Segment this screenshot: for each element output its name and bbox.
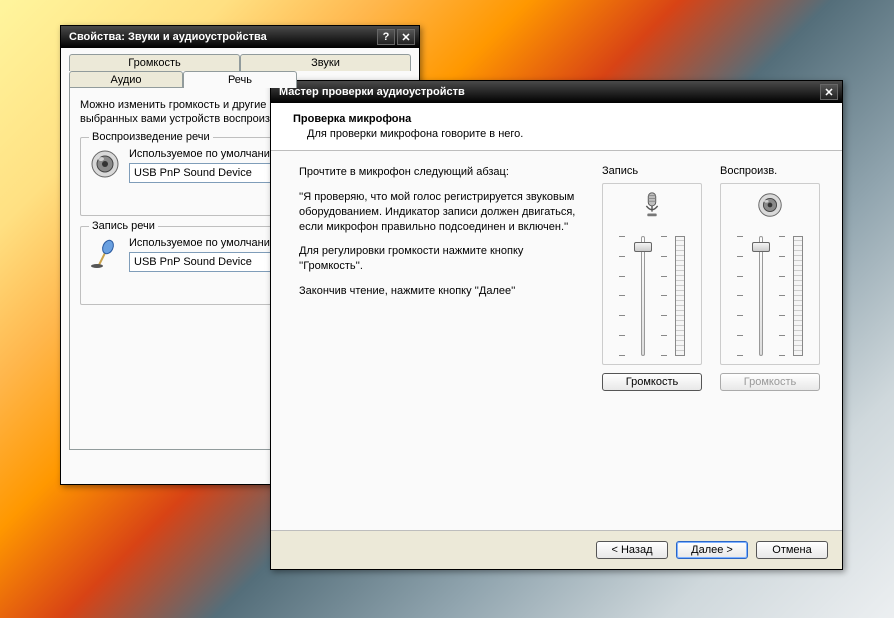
cancel-button[interactable]: Отмена: [756, 541, 828, 559]
record-volume-slider[interactable]: [633, 236, 653, 356]
back-button[interactable]: < Назад: [596, 541, 668, 559]
slider-ticks: [619, 236, 625, 356]
playback-legend: Воспроизведение речи: [89, 131, 213, 143]
window-title: Мастер проверки аудиоустройств: [279, 86, 818, 98]
tab-volume[interactable]: Громкость: [69, 54, 240, 71]
microphone-stand-icon: [89, 237, 121, 269]
titlebar[interactable]: Мастер проверки аудиоустройств ✕: [271, 81, 842, 103]
wizard-instructions: Прочтите в микрофон следующий абзац: ''Я…: [299, 165, 584, 520]
record-meter-label: Запись: [602, 165, 702, 177]
slider-ticks: [661, 236, 667, 356]
instr-line1: Прочтите в микрофон следующий абзац:: [299, 165, 584, 180]
help-button[interactable]: ?: [377, 29, 395, 45]
slider-ticks: [737, 236, 743, 356]
close-button[interactable]: ✕: [397, 29, 415, 45]
wizard-heading: Проверка микрофона: [293, 113, 824, 125]
playback-meter-label: Воспроизв.: [720, 165, 820, 177]
playback-level-meter: [793, 236, 803, 356]
audio-wizard-window: Мастер проверки аудиоустройств ✕ Проверк…: [270, 80, 843, 570]
record-meter-group: Запись: [602, 165, 702, 520]
record-legend: Запись речи: [89, 220, 158, 232]
instr-line4: Закончив чтение, нажмите кнопку ''Далее'…: [299, 284, 584, 299]
slider-ticks: [779, 236, 785, 356]
titlebar[interactable]: Свойства: Звуки и аудиоустройства ? ✕: [61, 26, 419, 48]
speaker-icon: [755, 190, 785, 220]
wizard-subheading: Для проверки микрофона говорите в него.: [307, 128, 824, 140]
playback-meter-group: Воспроизв.: [720, 165, 820, 520]
close-button[interactable]: ✕: [820, 84, 838, 100]
tab-audio[interactable]: Аудио: [69, 71, 183, 88]
instr-quote: ''Я проверяю, что мой голос регистрирует…: [299, 190, 584, 235]
tab-sounds[interactable]: Звуки: [240, 54, 411, 71]
record-volume-button[interactable]: Громкость: [602, 373, 702, 391]
record-level-meter: [675, 236, 685, 356]
next-button[interactable]: Далее >: [676, 541, 748, 559]
tab-speech[interactable]: Речь: [183, 71, 297, 88]
instr-line3: Для регулировки громкости нажмите кнопку…: [299, 244, 584, 274]
wizard-header: Проверка микрофона Для проверки микрофон…: [271, 103, 842, 151]
playback-volume-button[interactable]: Громкость: [720, 373, 820, 391]
speaker-icon: [89, 148, 121, 180]
wizard-footer: < Назад Далее > Отмена: [271, 530, 842, 569]
microphone-icon: [637, 190, 667, 220]
window-title: Свойства: Звуки и аудиоустройства: [69, 31, 375, 43]
playback-volume-slider[interactable]: [751, 236, 771, 356]
